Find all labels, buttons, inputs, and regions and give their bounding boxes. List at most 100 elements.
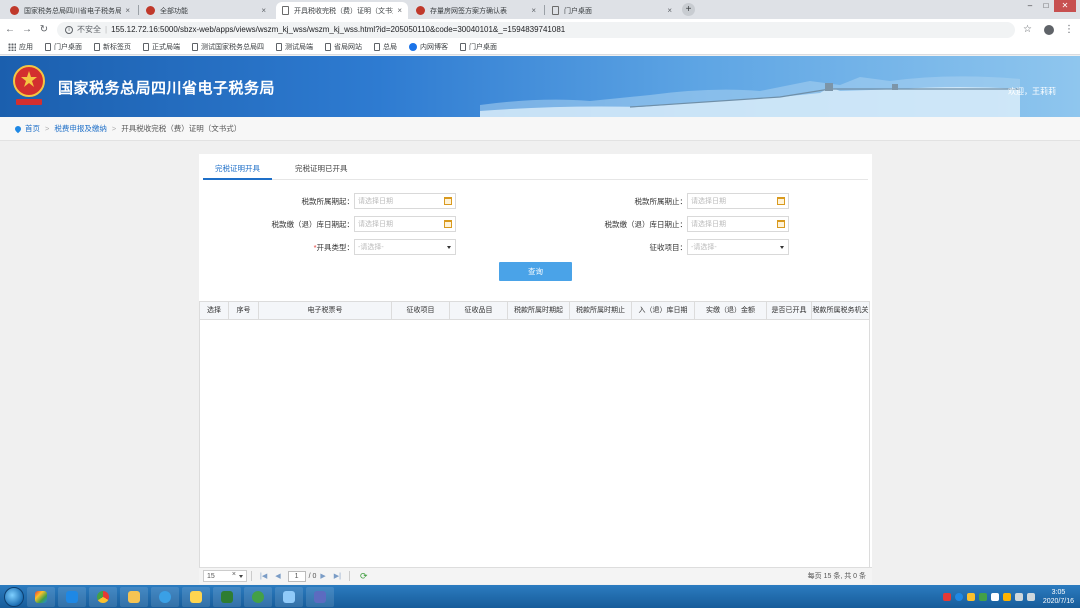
- taskbar-app-weather[interactable]: [182, 586, 210, 607]
- emblem-icon: [416, 6, 425, 15]
- tab-issued-certificates[interactable]: 完税证明已开具: [283, 158, 360, 180]
- bookmark-apps[interactable]: 应用: [8, 42, 33, 52]
- calendar-icon[interactable]: [444, 197, 452, 205]
- browser-tab-4[interactable]: 存量房网签方案方确认表 ×: [410, 2, 542, 19]
- input-method-icon[interactable]: [942, 592, 951, 601]
- close-icon[interactable]: ×: [667, 6, 672, 15]
- start-button-icon[interactable]: [4, 586, 24, 607]
- tray-icon[interactable]: [1002, 592, 1011, 601]
- date-placeholder: 请选择日期: [691, 198, 726, 205]
- menu-kebab-icon[interactable]: ⋮: [1064, 24, 1074, 35]
- column-header[interactable]: 税款所属时期止: [570, 302, 632, 319]
- pagination-bar: 15 × |◀ ◀ 1 / 0 ▶ ▶| ⟳ 每页 15 条, 共 0 条: [199, 567, 872, 584]
- clear-icon[interactable]: ×: [232, 571, 236, 578]
- browser-tab-label: 存量房网签方案方确认表: [430, 7, 507, 15]
- taskbar-app-green-s[interactable]: [213, 586, 241, 607]
- bookmark-item[interactable]: 测试局端: [276, 42, 313, 52]
- bookmark-label: 正式局端: [152, 44, 180, 51]
- bookmark-item[interactable]: 内网博客: [409, 42, 448, 52]
- current-page-input[interactable]: 1: [287, 570, 306, 582]
- bookmark-star-icon[interactable]: ☆: [1023, 24, 1032, 35]
- reload-icon[interactable]: ↻: [37, 24, 51, 35]
- collect-item-select[interactable]: -请选择-: [687, 239, 789, 255]
- page-icon: [325, 43, 331, 51]
- taskbar-app-paint[interactable]: [306, 586, 334, 607]
- taskbar-app-folder[interactable]: [120, 586, 148, 607]
- security-label: 不安全: [77, 25, 101, 34]
- close-icon[interactable]: ×: [125, 6, 130, 15]
- store-date-start-input[interactable]: 请选择日期: [354, 216, 456, 232]
- maximize-icon[interactable]: □: [1038, 0, 1054, 12]
- field-period-end: 税款所属期止： 请选择日期: [532, 193, 789, 209]
- issue-type-label: *开具类型：: [199, 242, 354, 253]
- breadcrumb-level1-link[interactable]: 税费申报及缴纳: [54, 123, 107, 134]
- browser-tab-5[interactable]: 门户桌面 ×: [546, 2, 678, 19]
- info-icon[interactable]: i: [65, 25, 73, 34]
- minimize-icon[interactable]: –: [1022, 0, 1038, 12]
- next-page-icon[interactable]: ▶: [320, 572, 325, 580]
- volume-icon[interactable]: [1026, 592, 1035, 601]
- column-header[interactable]: 电子税票号: [259, 302, 392, 319]
- bookmark-item[interactable]: 门户桌面: [460, 42, 497, 52]
- column-header[interactable]: 实缴（退）金额: [695, 302, 767, 319]
- tray-icon[interactable]: [990, 592, 999, 601]
- prev-page-icon[interactable]: ◀: [275, 572, 280, 580]
- tray-icon[interactable]: [966, 592, 975, 601]
- bookmark-item[interactable]: 门户桌面: [45, 42, 82, 52]
- first-page-icon[interactable]: |◀: [260, 572, 267, 580]
- back-arrow-icon[interactable]: ←: [3, 24, 17, 35]
- tab-issue-certificate[interactable]: 完税证明开具: [203, 158, 272, 180]
- bookmark-item[interactable]: 省局网站: [325, 42, 362, 52]
- close-icon[interactable]: ×: [531, 6, 536, 15]
- forward-arrow-icon[interactable]: →: [20, 24, 34, 35]
- refresh-icon[interactable]: ⟳: [360, 571, 368, 582]
- column-header[interactable]: 税款所属时期起: [508, 302, 570, 319]
- browser-tab-1[interactable]: 国家税务总局四川省电子税务局 ×: [4, 2, 136, 19]
- taskbar-app-chrome[interactable]: [89, 586, 117, 607]
- tray-icon[interactable]: [978, 592, 987, 601]
- column-header[interactable]: 选择: [200, 302, 229, 319]
- bookmark-item[interactable]: 总局: [374, 42, 397, 52]
- query-button[interactable]: 查询: [499, 262, 572, 281]
- breadcrumb-home-link[interactable]: 首页: [25, 123, 40, 134]
- national-emblem-logo: [13, 65, 45, 105]
- bookmark-item[interactable]: 测试国家税务总局四: [192, 42, 264, 52]
- issue-type-select[interactable]: -请选择-: [354, 239, 456, 255]
- column-header[interactable]: 是否已开具: [767, 302, 812, 319]
- emblem-icon: [10, 6, 19, 15]
- browser-tab-3-active[interactable]: 开具税收完税（费）证明（文书式） ×: [276, 2, 408, 19]
- calendar-icon[interactable]: [777, 220, 785, 228]
- calendar-icon[interactable]: [444, 220, 452, 228]
- taskbar-app-colorful[interactable]: [27, 586, 55, 607]
- new-tab-button[interactable]: +: [682, 3, 695, 16]
- close-icon[interactable]: ×: [261, 6, 266, 15]
- calendar-icon[interactable]: [777, 197, 785, 205]
- help-icon[interactable]: [954, 592, 963, 601]
- table-body-empty: [200, 320, 869, 567]
- taskbar-app-ie[interactable]: [151, 586, 179, 607]
- network-icon[interactable]: [1014, 592, 1023, 601]
- store-date-end-input[interactable]: 请选择日期: [687, 216, 789, 232]
- browser-tab-2[interactable]: 全部功能 ×: [140, 2, 272, 19]
- column-header[interactable]: 征收品目: [450, 302, 508, 319]
- taskbar-app-bird[interactable]: [58, 586, 86, 607]
- close-icon[interactable]: ×: [397, 6, 402, 15]
- period-start-input[interactable]: 请选择日期: [354, 193, 456, 209]
- taskbar-app-green-e[interactable]: [244, 586, 272, 607]
- site-title: 国家税务总局四川省电子税务局: [58, 80, 276, 97]
- taskbar-app-misc[interactable]: [275, 586, 303, 607]
- window-close-icon[interactable]: ✕: [1054, 0, 1076, 12]
- period-end-input[interactable]: 请选择日期: [687, 193, 789, 209]
- page-size-select[interactable]: 15 ×: [203, 570, 247, 582]
- bookmark-item[interactable]: 正式局端: [143, 42, 180, 52]
- column-header[interactable]: 入（退）库日期: [632, 302, 695, 319]
- bookmark-label: 门户桌面: [54, 44, 82, 51]
- column-header[interactable]: 序号: [229, 302, 259, 319]
- system-clock[interactable]: 3:05 2020/7/16: [1043, 588, 1074, 606]
- account-avatar-icon[interactable]: [1043, 24, 1054, 35]
- last-page-icon[interactable]: ▶|: [334, 572, 341, 580]
- column-header[interactable]: 征收项目: [392, 302, 450, 319]
- column-header[interactable]: 税款所属税务机关: [812, 302, 869, 319]
- url-input[interactable]: i 不安全 | 155.12.72.16:5000/sbzx-web/apps/…: [57, 21, 1015, 38]
- bookmark-item[interactable]: 新标签页: [94, 42, 131, 52]
